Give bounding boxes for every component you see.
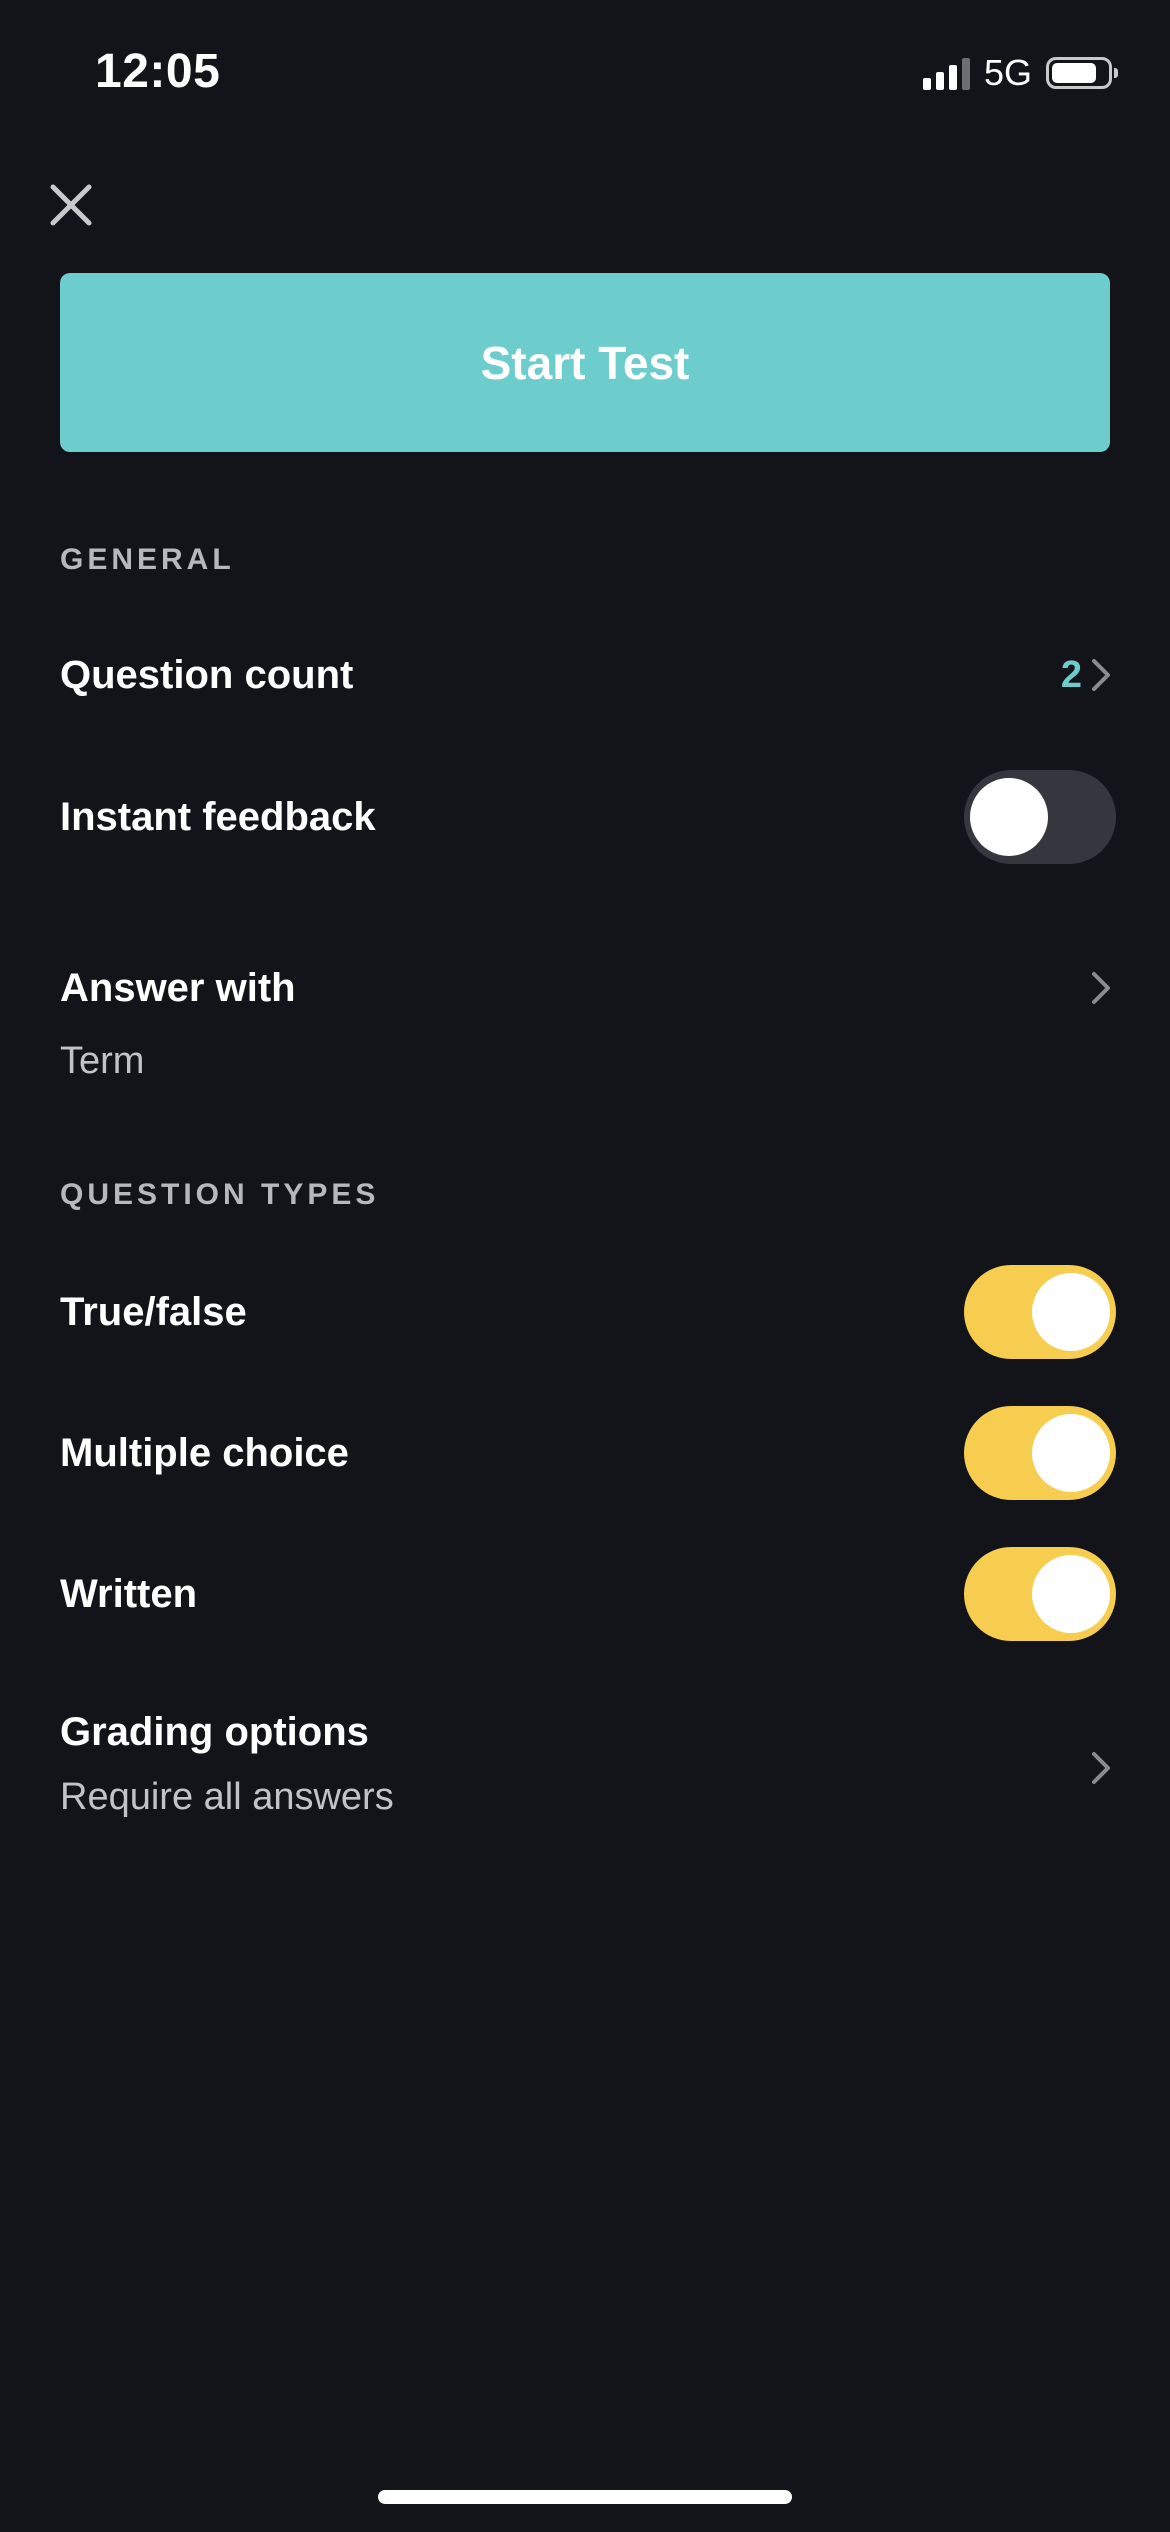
close-button[interactable] (48, 182, 94, 228)
section-label-question-types: QUESTION TYPES (60, 1178, 380, 1211)
grading-options-value: Require all answers (60, 1776, 394, 1818)
chevron-right-icon (1092, 1752, 1110, 1784)
question-count-value: 2 (1060, 653, 1082, 696)
status-bar: 12:05 5G (0, 0, 1170, 140)
status-time: 12:05 (95, 45, 221, 98)
instant-feedback-label: Instant feedback (60, 794, 376, 839)
section-label-general: GENERAL (60, 543, 235, 576)
question-type-row-true-false: True/false (60, 1265, 1116, 1359)
instant-feedback-row: Instant feedback (60, 770, 1116, 864)
instant-feedback-toggle[interactable] (964, 770, 1116, 864)
answer-with-value: Term (60, 1040, 145, 1082)
start-test-button[interactable]: Start Test (60, 273, 1110, 452)
answer-with-row[interactable]: Answer with (60, 953, 1116, 1023)
grading-options-label: Grading options (60, 1710, 369, 1754)
chevron-right-icon (1092, 972, 1110, 1004)
toggle-knob (1032, 1555, 1110, 1633)
question-type-row-written: Written (60, 1547, 1116, 1641)
signal-icon (922, 56, 970, 90)
true-false-toggle[interactable] (964, 1265, 1116, 1359)
toggle-knob (970, 778, 1048, 856)
written-label: Written (60, 1571, 198, 1616)
close-icon (50, 184, 92, 226)
question-count-row[interactable]: Question count 2 (60, 640, 1116, 710)
battery-icon (1046, 57, 1118, 89)
true-false-label: True/false (60, 1289, 247, 1334)
question-count-value-group: 2 (1061, 654, 1116, 697)
question-count-label: Question count (60, 652, 354, 697)
written-toggle[interactable] (964, 1547, 1116, 1641)
status-indicators: 5G (922, 52, 1118, 94)
question-type-row-multiple-choice: Multiple choice (60, 1406, 1116, 1500)
chevron-right-icon (1092, 659, 1110, 691)
multiple-choice-toggle[interactable] (964, 1406, 1116, 1500)
answer-with-label: Answer with (60, 965, 296, 1010)
home-indicator[interactable] (378, 2490, 792, 2504)
toggle-knob (1032, 1414, 1110, 1492)
network-type: 5G (983, 52, 1032, 93)
multiple-choice-label: Multiple choice (60, 1430, 349, 1475)
grading-options-row[interactable]: Grading options (60, 1700, 1116, 1840)
toggle-knob (1032, 1273, 1110, 1351)
